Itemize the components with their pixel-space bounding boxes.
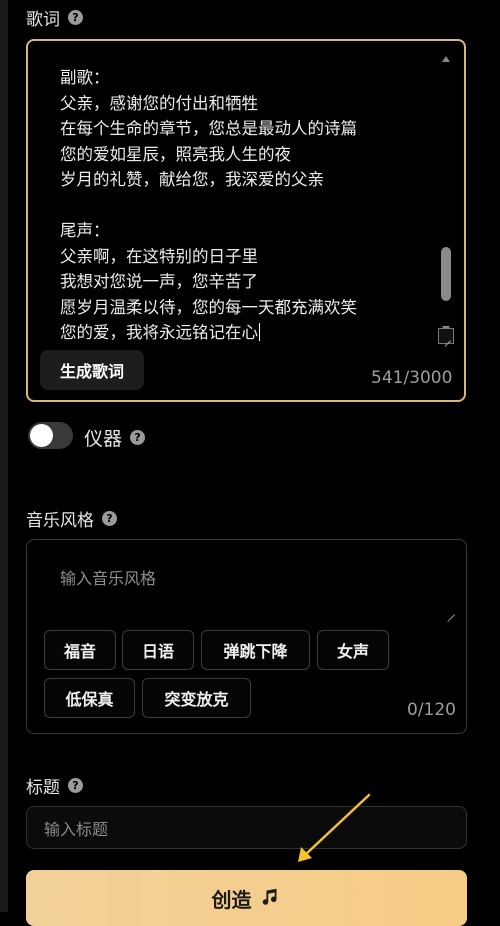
help-icon[interactable]: ? [130,430,146,445]
music-style-label-text: 音乐风格 [26,511,94,531]
text-caret [259,323,260,341]
lyrics-textarea-container[interactable]: 副歌： 父亲，感谢您的付出和牺牲 在每个生命的章节，您总是最动人的诗篇 您的爱如… [26,39,466,402]
generate-lyrics-button[interactable]: 生成歌词 [40,350,144,390]
help-icon[interactable]: ? [102,511,117,526]
title-placeholder: 输入标题 [44,819,109,839]
resize-handle-icon[interactable] [438,328,454,344]
lyrics-label: 歌词 ? [26,5,83,30]
instrument-label-text: 仪器 [84,428,123,450]
style-tag-japanese[interactable]: 日语 [122,630,194,670]
lyrics-label-text: 歌词 [26,10,60,30]
toggle-knob [30,424,53,447]
music-note-icon [262,888,276,905]
lyrics-content: 副歌： 父亲，感谢您的付出和牺牲 在每个生命的章节，您总是最动人的诗篇 您的爱如… [60,68,357,342]
style-tag-lofi[interactable]: 低保真 [44,678,135,718]
style-tag-gospel[interactable]: 福音 [44,630,116,670]
create-button[interactable]: 创造 [26,870,467,926]
style-char-count: 0/120 [407,700,456,720]
instrument-label: 仪器 ? [84,424,146,451]
scroll-up-arrow-icon[interactable] [442,56,450,62]
lyrics-textarea[interactable]: 副歌： 父亲，感谢您的付出和牺牲 在每个生命的章节，您总是最动人的诗篇 您的爱如… [60,65,430,346]
style-tag-female-vocal[interactable]: 女声 [317,630,389,670]
music-style-input[interactable]: 输入音乐风格 [60,565,156,589]
scroll-thumb[interactable] [441,247,451,301]
title-input[interactable]: 输入标题 [26,806,467,849]
title-label-text: 标题 [26,778,60,798]
help-icon[interactable]: ? [68,10,83,25]
left-rail [0,0,8,912]
create-button-label: 创造 [211,888,252,912]
title-label: 标题 ? [26,773,83,798]
resize-handle-icon[interactable] [447,607,455,615]
lyrics-scrollbar[interactable] [438,54,454,336]
style-tag-bouncy-drop[interactable]: 弹跳下降 [201,630,310,670]
music-style-container: 输入音乐风格 福音 日语 弹跳下降 女声 低保真 突变放克 0/120 [26,539,467,734]
style-tag-mutant-funk[interactable]: 突变放克 [142,678,251,718]
instrument-toggle[interactable] [28,422,73,449]
lyrics-char-count: 541/3000 [371,368,453,388]
help-icon[interactable]: ? [68,778,83,793]
music-style-label: 音乐风格 ? [26,506,117,531]
